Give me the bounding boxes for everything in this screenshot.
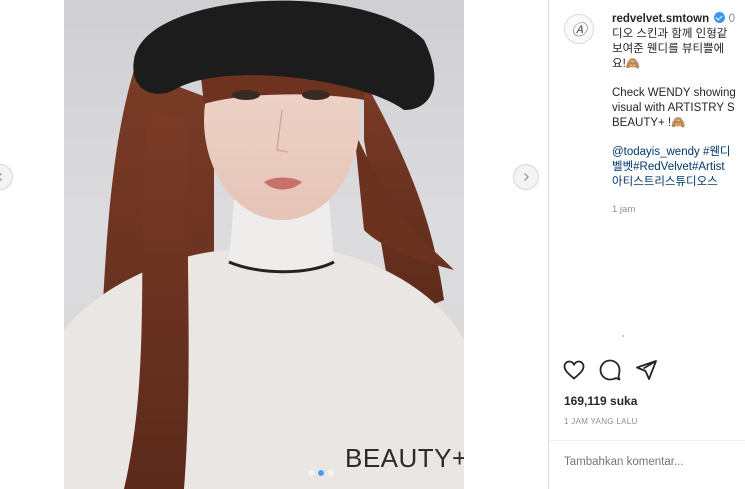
caption-ko-line-3: 요!🙈 bbox=[612, 58, 641, 70]
beauty-plus-watermark: BEAUTY+ bbox=[345, 443, 464, 473]
paper-plane-icon[interactable] bbox=[634, 358, 658, 382]
caption-tag-line-2[interactable]: 벨벳#RedVelvet#Artist bbox=[612, 160, 745, 175]
likes-count[interactable]: 169,119 suka bbox=[564, 394, 637, 408]
post-timestamp[interactable]: 1 JAM YANG LALU bbox=[564, 417, 638, 426]
portrait-illustration bbox=[64, 0, 464, 489]
action-bar bbox=[562, 358, 658, 382]
chevron-right-icon bbox=[524, 173, 529, 181]
carousel-dot-active bbox=[318, 470, 324, 476]
username-link[interactable]: redvelvet.smtown bbox=[612, 13, 709, 25]
caption-ko-line-2: 보여준 웬디를 뷰티쁠에 bbox=[612, 43, 725, 55]
previous-arrow-button[interactable] bbox=[0, 164, 13, 190]
avatar-logo: Ⓐ bbox=[571, 20, 587, 39]
verified-badge-icon bbox=[714, 12, 726, 23]
caption-ko-line-1: 디오 스킨과 함께 인형같 bbox=[612, 28, 728, 40]
post-photo[interactable]: BEAUTY+ bbox=[64, 0, 464, 489]
carousel-indicator bbox=[308, 470, 334, 476]
post-media-area: BEAUTY+ bbox=[0, 0, 549, 489]
caption-en-line-1: Check WENDY showing bbox=[612, 87, 736, 99]
caption-tag-line-1[interactable]: @todayis_wendy #웬디 bbox=[612, 145, 745, 160]
next-arrow-button[interactable] bbox=[513, 164, 539, 190]
avatar[interactable]: Ⓐ bbox=[564, 14, 594, 44]
carousel-dot bbox=[308, 470, 314, 476]
comment-icon[interactable] bbox=[598, 358, 622, 382]
comment-input[interactable] bbox=[564, 456, 734, 468]
caption-tag-line-3[interactable]: 아티스트리스튜디오스 bbox=[612, 175, 745, 190]
heart-icon[interactable] bbox=[562, 358, 586, 382]
caption-block: redvelvet.smtown 0 디오 스킨과 함께 인형같 보여준 웬디를… bbox=[612, 12, 745, 217]
chevron-left-icon bbox=[0, 173, 2, 181]
carousel-dot bbox=[328, 470, 334, 476]
divider bbox=[550, 440, 745, 441]
caption-en-line-3: BEAUTY+ !🙈 bbox=[612, 117, 686, 129]
caption-time[interactable]: 1 jam bbox=[612, 202, 745, 217]
scroll-marker bbox=[622, 335, 624, 337]
header-suffix: 0 bbox=[728, 13, 735, 25]
caption-en-line-2: visual with ARTISTRY S bbox=[612, 102, 735, 114]
post-sidebar: Ⓐ redvelvet.smtown 0 디오 스킨과 함께 인형같 보여준 웬… bbox=[550, 0, 745, 489]
